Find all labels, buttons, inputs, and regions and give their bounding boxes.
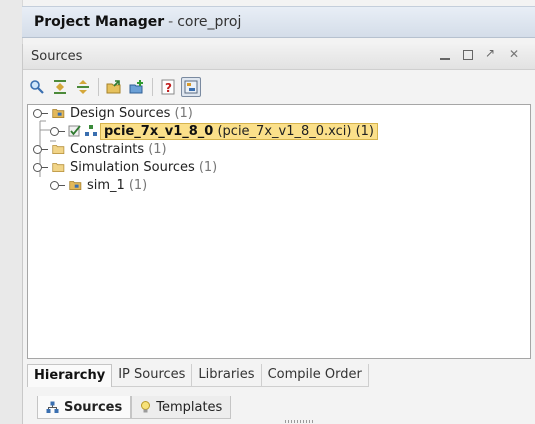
expand-all-icon[interactable] — [73, 77, 93, 97]
selected-ip-node[interactable]: pcie_7x_v1_8_0 (pcie_7x_v1_8_0.xci) (1) — [100, 122, 378, 140]
constraints-label: Constraints — [70, 141, 145, 157]
resize-grip[interactable] — [285, 420, 315, 423]
sim-1-count: (1) — [128, 177, 148, 193]
expand-toggle[interactable] — [33, 108, 48, 118]
simulation-sources-count: (1) — [198, 159, 218, 175]
lightbulb-icon — [141, 400, 151, 412]
project-name: core_proj — [177, 14, 242, 30]
panel-window-controls — [438, 46, 521, 62]
add-sources-icon[interactable] — [127, 77, 147, 97]
simulation-sources-label: Simulation Sources — [70, 159, 195, 175]
ip-core-icon — [85, 125, 97, 136]
sim-1-label: sim_1 — [87, 177, 125, 193]
toolbar-separator — [152, 78, 153, 96]
templates-tab-label: Templates — [156, 399, 223, 415]
constraints-count: (1) — [148, 141, 167, 157]
tree-row-pcie-core[interactable]: pcie_7x_v1_8_0 (pcie_7x_v1_8_0.xci) (1) — [50, 122, 378, 140]
sources-panel-header: Sources — [23, 44, 535, 70]
maximize-icon[interactable] — [461, 48, 475, 62]
show-hierarchy-icon[interactable] — [181, 77, 201, 97]
pcie-core-detail: (pcie_7x_v1_8_0.xci) (1) — [217, 123, 374, 139]
tab-ip-sources[interactable]: IP Sources — [112, 364, 193, 386]
view-tabs: Hierarchy IP Sources Libraries Compile O… — [27, 364, 369, 387]
svg-text:?: ? — [165, 81, 172, 95]
left-dock-edge — [0, 0, 23, 424]
tab-libraries[interactable]: Libraries — [192, 364, 262, 386]
bottom-tabs: Sources Templates — [37, 396, 232, 420]
float-icon[interactable] — [484, 46, 498, 62]
project-manager-titlebar: Project Manager - core_proj — [22, 6, 535, 38]
minimize-icon[interactable] — [438, 48, 452, 62]
expand-toggle[interactable] — [50, 180, 65, 190]
sources-toolbar: ? — [27, 75, 204, 99]
tree-row-design-sources[interactable]: Design Sources (1) — [33, 104, 193, 122]
checked-source-icon — [68, 125, 81, 137]
expand-toggle[interactable] — [50, 126, 65, 136]
toolbar-separator — [98, 78, 99, 96]
sources-tab-label: Sources — [64, 399, 123, 415]
tree-row-constraints[interactable]: Constraints (1) — [33, 140, 167, 158]
sources-panel: Sources ? — [22, 44, 535, 424]
expand-toggle[interactable] — [33, 144, 48, 154]
search-icon[interactable] — [27, 77, 47, 97]
sources-panel-title: Sources — [31, 49, 83, 64]
design-sources-count: (1) — [174, 105, 193, 121]
title-separator: - — [168, 14, 174, 30]
collapse-all-icon[interactable] — [50, 77, 70, 97]
expand-toggle[interactable] — [33, 162, 48, 172]
tab-hierarchy[interactable]: Hierarchy — [27, 364, 113, 387]
pcie-core-name: pcie_7x_v1_8_0 — [104, 123, 214, 139]
tree-row-sim-1[interactable]: sim_1 (1) — [50, 176, 147, 194]
sources-tab-icon — [46, 401, 59, 413]
sources-tree: Design Sources (1) pcie_7x_v1_8_0 (pcie_… — [27, 104, 531, 359]
design-sources-label: Design Sources — [70, 105, 171, 121]
tab-sources[interactable]: Sources — [37, 396, 132, 419]
sim-fileset-icon — [69, 181, 82, 190]
tab-templates[interactable]: Templates — [131, 396, 232, 419]
design-folder-icon — [52, 109, 65, 118]
tab-compile-order[interactable]: Compile Order — [262, 364, 369, 386]
project-manager-title: Project Manager — [34, 14, 165, 30]
help-icon[interactable]: ? — [158, 77, 178, 97]
close-icon[interactable] — [507, 47, 521, 62]
tree-row-simulation-sources[interactable]: Simulation Sources (1) — [33, 158, 217, 176]
open-file-icon[interactable] — [104, 77, 124, 97]
folder-icon — [52, 145, 65, 154]
folder-icon — [52, 163, 65, 172]
